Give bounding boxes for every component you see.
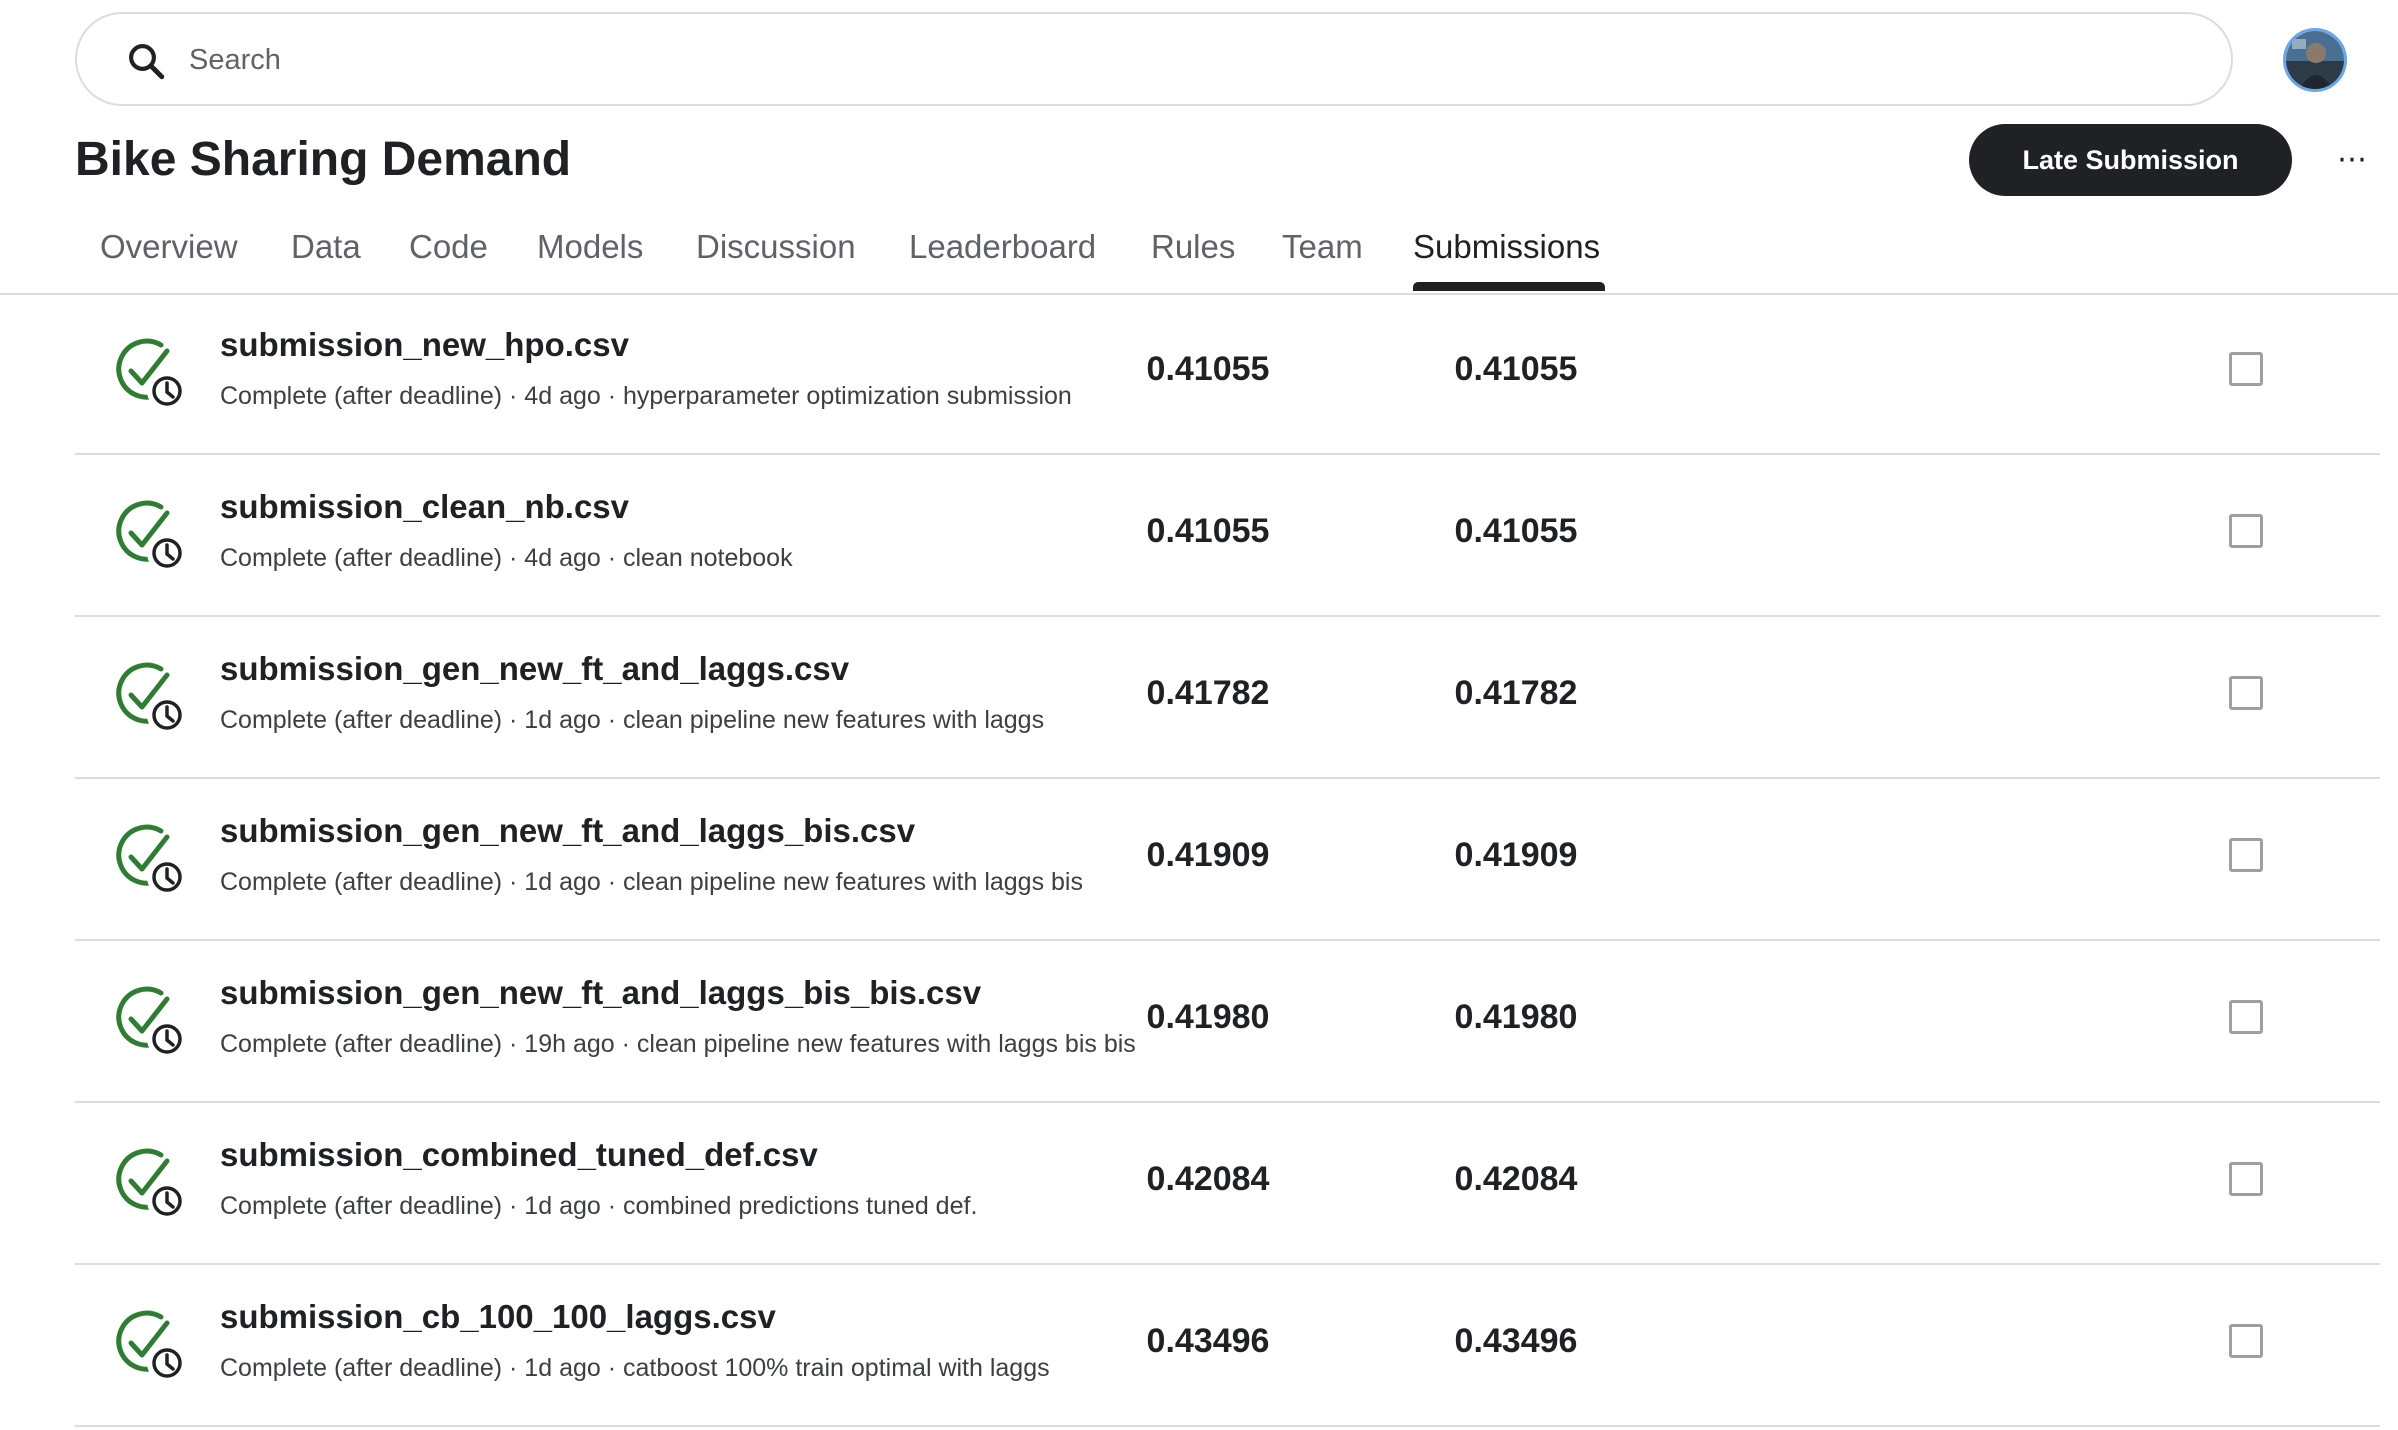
page-title: Bike Sharing Demand xyxy=(75,133,572,186)
check-circle-clock-icon xyxy=(116,986,187,1059)
check-circle-clock-icon xyxy=(116,338,187,411)
check-circle-clock-icon xyxy=(116,500,187,573)
check-circle-clock-icon xyxy=(116,662,187,735)
submission-filename[interactable]: submission_gen_new_ft_and_laggs_bis_bis.… xyxy=(220,971,981,1015)
public-score: 0.41055 xyxy=(1454,512,1578,550)
select-checkbox[interactable] xyxy=(2229,352,2263,386)
submission-filename[interactable]: submission_cb_100_100_laggs.csv xyxy=(220,1295,776,1339)
tab-discussion[interactable]: Discussion xyxy=(696,225,856,269)
public-score: 0.41909 xyxy=(1454,836,1578,874)
active-tab-indicator xyxy=(1413,282,1605,291)
select-checkbox[interactable] xyxy=(2229,514,2263,548)
check-circle-clock-icon xyxy=(116,1310,187,1383)
private-score: 0.41055 xyxy=(1146,512,1270,550)
submission-row[interactable]: submission_combined_tuned_def.csv Comple… xyxy=(75,1103,2380,1265)
submission-filename[interactable]: submission_new_hpo.csv xyxy=(220,323,629,367)
public-score: 0.41980 xyxy=(1454,998,1578,1036)
submissions-list: submission_new_hpo.csv Complete (after d… xyxy=(0,293,2398,1427)
public-score: 0.42084 xyxy=(1454,1160,1578,1198)
submission-meta: Complete (after deadline) · 19h ago · cl… xyxy=(220,1030,1136,1058)
private-score: 0.41782 xyxy=(1146,674,1270,712)
submission-meta: Complete (after deadline) · 1d ago · cle… xyxy=(220,706,1045,734)
submission-row[interactable]: submission_gen_new_ft_and_laggs.csv Comp… xyxy=(75,617,2380,779)
submission-filename[interactable]: submission_gen_new_ft_and_laggs.csv xyxy=(220,647,849,691)
tab-bar: Overview Data Code Models Discussion Lea… xyxy=(0,215,2398,295)
submission-filename[interactable]: submission_combined_tuned_def.csv xyxy=(220,1133,818,1177)
search-bar[interactable] xyxy=(75,12,2233,106)
submission-meta: Complete (after deadline) · 4d ago · cle… xyxy=(220,544,793,572)
more-options-icon[interactable]: ⋯ xyxy=(2328,136,2376,184)
tab-rules[interactable]: Rules xyxy=(1151,225,1235,269)
select-checkbox[interactable] xyxy=(2229,1000,2263,1034)
tab-code[interactable]: Code xyxy=(409,225,488,269)
public-score: 0.41055 xyxy=(1454,350,1578,388)
select-checkbox[interactable] xyxy=(2229,1324,2263,1358)
submission-meta: Complete (after deadline) · 1d ago · cat… xyxy=(220,1354,1050,1382)
submission-row[interactable]: submission_new_hpo.csv Complete (after d… xyxy=(75,293,2380,455)
private-score: 0.41055 xyxy=(1146,350,1270,388)
tab-submissions[interactable]: Submissions xyxy=(1413,225,1600,269)
submission-filename[interactable]: submission_clean_nb.csv xyxy=(220,485,629,529)
submission-meta: Complete (after deadline) · 1d ago · com… xyxy=(220,1192,978,1220)
tab-models[interactable]: Models xyxy=(537,225,643,269)
tab-team[interactable]: Team xyxy=(1282,225,1363,269)
search-input[interactable] xyxy=(187,34,2091,86)
private-score: 0.41909 xyxy=(1146,836,1270,874)
submission-row[interactable]: submission_gen_new_ft_and_laggs_bis_bis.… xyxy=(75,941,2380,1103)
select-checkbox[interactable] xyxy=(2229,1162,2263,1196)
late-submission-button[interactable]: Late Submission xyxy=(1969,124,2292,196)
submission-row[interactable]: submission_cb_100_100_laggs.csv Complete… xyxy=(75,1265,2380,1427)
submission-row[interactable]: submission_clean_nb.csv Complete (after … xyxy=(75,455,2380,617)
search-icon xyxy=(129,44,165,80)
select-checkbox[interactable] xyxy=(2229,838,2263,872)
tab-data[interactable]: Data xyxy=(291,225,361,269)
check-circle-clock-icon xyxy=(116,1148,187,1221)
private-score: 0.41980 xyxy=(1146,998,1270,1036)
submission-row[interactable]: submission_gen_new_ft_and_laggs_bis.csv … xyxy=(75,779,2380,941)
public-score: 0.43496 xyxy=(1454,1322,1578,1360)
public-score: 0.41782 xyxy=(1454,674,1578,712)
submission-meta: Complete (after deadline) · 1d ago · cle… xyxy=(220,868,1083,896)
submission-meta: Complete (after deadline) · 4d ago · hyp… xyxy=(220,382,1072,410)
private-score: 0.43496 xyxy=(1146,1322,1270,1360)
private-score: 0.42084 xyxy=(1146,1160,1270,1198)
tab-leaderboard[interactable]: Leaderboard xyxy=(909,225,1096,269)
tab-overview[interactable]: Overview xyxy=(100,225,238,269)
submission-filename[interactable]: submission_gen_new_ft_and_laggs_bis.csv xyxy=(220,809,915,853)
check-circle-clock-icon xyxy=(116,824,187,897)
select-checkbox[interactable] xyxy=(2229,676,2263,710)
avatar[interactable] xyxy=(2283,28,2347,92)
